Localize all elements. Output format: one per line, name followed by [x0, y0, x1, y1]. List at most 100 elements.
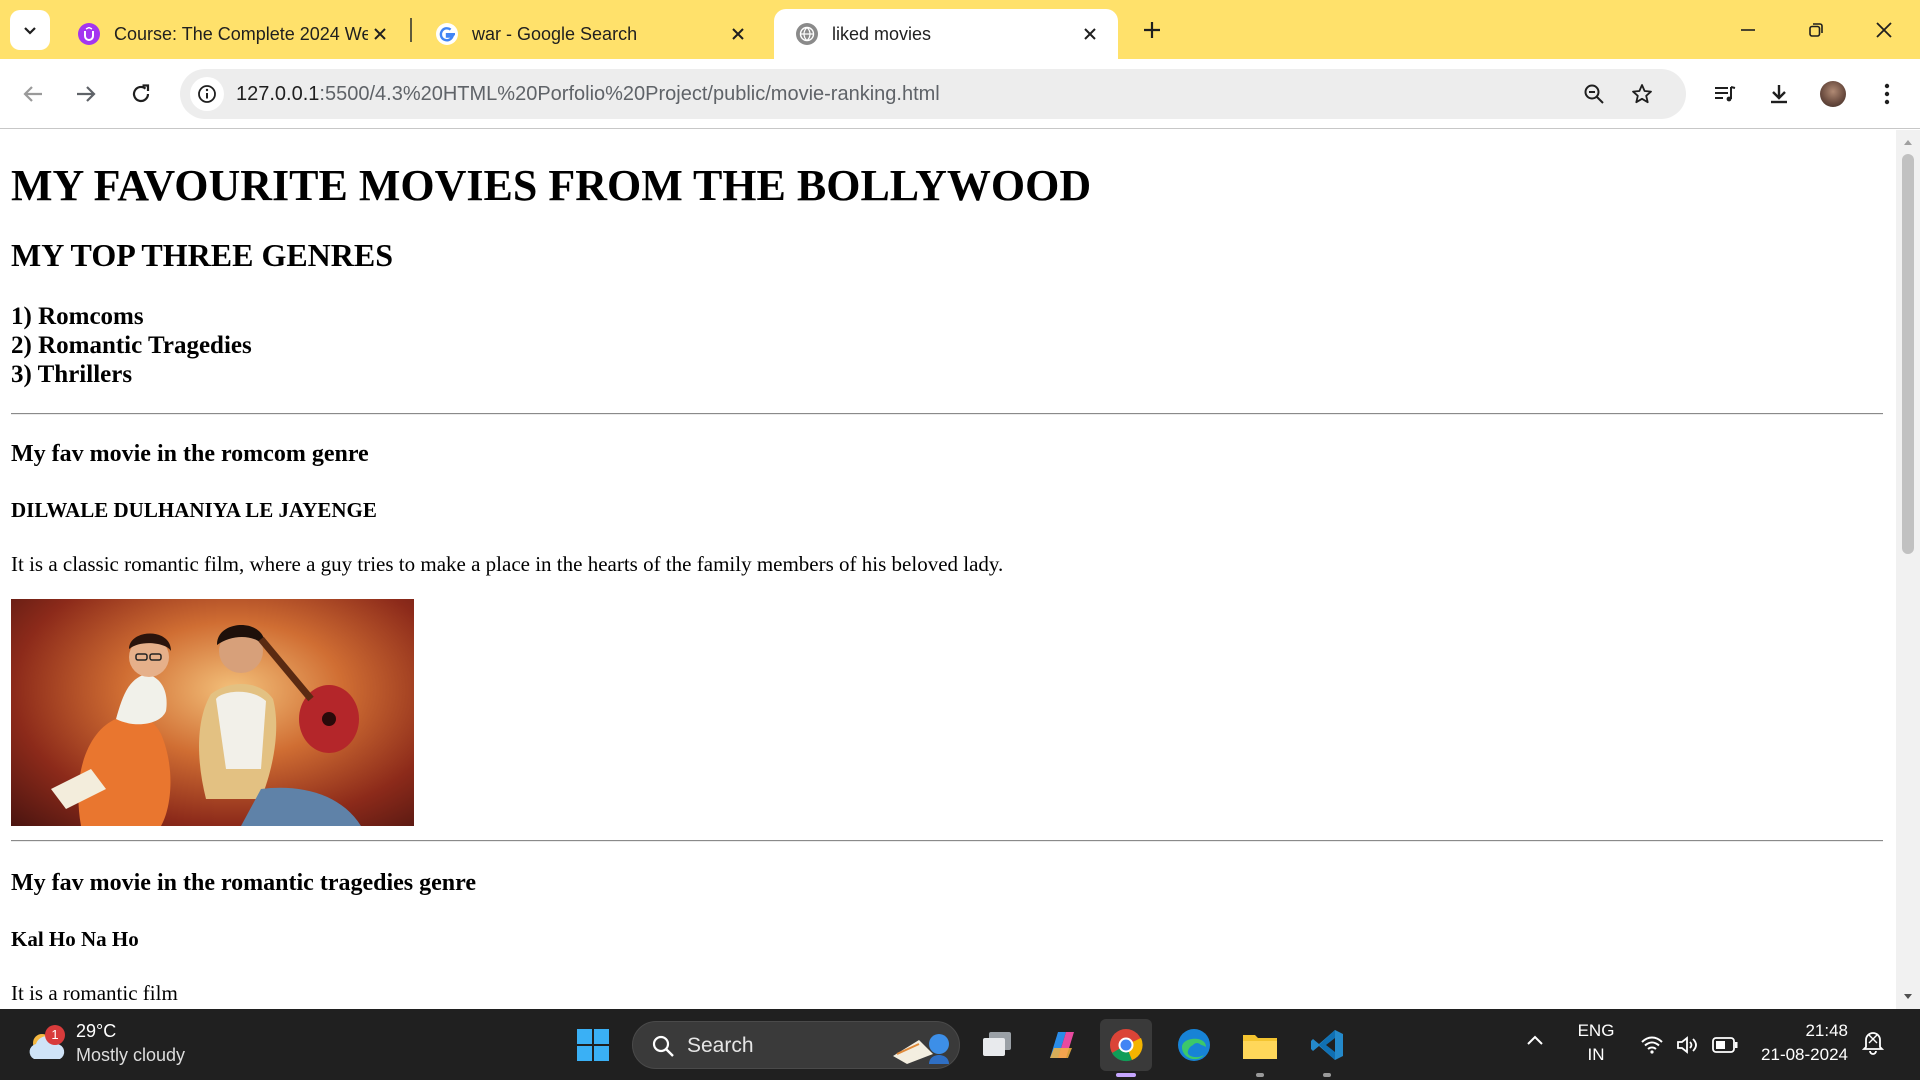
chevron-up-icon — [1527, 1035, 1543, 1045]
clock-date: 21-08-2024 — [1761, 1045, 1848, 1064]
volume-icon — [1677, 1036, 1697, 1054]
language-indicator[interactable]: ENG IN — [1570, 1021, 1622, 1069]
minimize-icon — [1741, 29, 1755, 31]
close-icon — [1876, 22, 1892, 38]
avatar — [1820, 81, 1846, 107]
profile-button[interactable] — [1813, 74, 1853, 114]
edge-icon — [1178, 1029, 1210, 1061]
arrow-left-icon — [23, 86, 42, 102]
running-app-indicator — [1256, 1073, 1264, 1077]
windows-taskbar: 1 29°C Mostly cloudy Search ENG IN 21:48… — [0, 1009, 1920, 1080]
url-text[interactable]: 127.0.0.1:5500/4.3%20HTML%20Porfolio%20P… — [236, 83, 940, 106]
notification-bell-icon — [1861, 1032, 1885, 1055]
genre-item: 2) Romantic Tragedies — [11, 332, 252, 359]
edge-taskbar-button[interactable] — [1168, 1019, 1220, 1071]
downloads-button[interactable] — [1759, 74, 1799, 114]
section-heading: My fav movie in the romantic tragedies g… — [11, 870, 477, 896]
language-code: ENG — [1577, 1021, 1615, 1040]
genres-heading: MY TOP THREE GENRES — [11, 237, 394, 273]
tab-title: liked movies — [832, 23, 932, 44]
genre-item: 3) Thrillers — [11, 361, 133, 388]
vscode-taskbar-button[interactable] — [1301, 1019, 1353, 1077]
info-icon — [198, 85, 216, 103]
notification-badge: 1 — [45, 1025, 65, 1045]
scrollbar-thumb[interactable] — [1902, 154, 1914, 554]
vertical-scrollbar[interactable] — [1896, 130, 1920, 1009]
download-icon — [1771, 85, 1787, 104]
divider — [11, 413, 1883, 415]
scroll-up-icon[interactable] — [1903, 138, 1913, 146]
start-button[interactable] — [567, 1019, 619, 1071]
close-window-button[interactable] — [1864, 10, 1904, 50]
tab-title: Course: The Complete 2024 We — [114, 23, 368, 44]
close-icon[interactable] — [1078, 22, 1102, 46]
page-viewport: MY FAVOURITE MOVIES FROM THE BOLLYWOOD M… — [0, 130, 1896, 1009]
chrome-icon — [1110, 1029, 1143, 1062]
menu-button[interactable] — [1867, 74, 1907, 114]
chrome-taskbar-button[interactable] — [1100, 1019, 1152, 1077]
weather-widget[interactable]: 1 29°C Mostly cloudy — [20, 1015, 210, 1075]
tab-strip: Course: The Complete 2024 We war - Googl… — [0, 0, 1920, 59]
search-label: Search — [687, 1034, 754, 1057]
zoom-button[interactable] — [1578, 78, 1610, 110]
task-view-button[interactable] — [971, 1019, 1023, 1071]
new-tab-button[interactable] — [1136, 14, 1168, 46]
temperature: 29°C — [76, 1021, 117, 1041]
battery-icon — [1712, 1037, 1738, 1053]
movie-title: DILWALE DULHANIYA LE JAYENGE — [11, 498, 377, 522]
minimize-button[interactable] — [1728, 10, 1768, 50]
tab-title: war - Google Search — [472, 23, 638, 44]
divider — [11, 840, 1883, 842]
active-app-indicator — [1116, 1073, 1136, 1077]
search-icon — [652, 1035, 674, 1057]
file-explorer-button[interactable] — [1234, 1019, 1286, 1077]
taskbar-search[interactable]: Search — [632, 1021, 960, 1069]
movie-title: Kal Ho Na Ho — [11, 927, 139, 951]
show-hidden-icons-button[interactable] — [1526, 1033, 1552, 1059]
search-highlight-icon — [893, 1034, 949, 1064]
star-icon — [1632, 84, 1652, 104]
tab-udemy[interactable]: Course: The Complete 2024 We — [56, 9, 408, 59]
copilot-icon — [1050, 1032, 1074, 1058]
movie-description: It is a romantic film — [11, 981, 178, 1005]
region-code: IN — [1587, 1045, 1605, 1064]
weather-description: Mostly cloudy — [76, 1045, 186, 1065]
movie-poster-image — [11, 599, 414, 826]
scroll-down-icon[interactable] — [1903, 993, 1913, 1001]
notifications-button[interactable] — [1861, 1029, 1892, 1061]
vscode-icon — [1311, 1030, 1343, 1060]
reload-button[interactable] — [121, 74, 161, 114]
movie-description: It is a classic romantic film, where a g… — [11, 552, 1004, 576]
tab-separator — [410, 18, 412, 42]
url-host: 127.0.0.1 — [236, 83, 320, 105]
url-path: :5500/4.3%20HTML%20Porfolio%20Project/pu… — [319, 83, 940, 105]
address-bar[interactable]: 127.0.0.1:5500/4.3%20HTML%20Porfolio%20P… — [180, 69, 1686, 119]
reload-icon — [132, 84, 150, 103]
running-app-indicator — [1323, 1073, 1331, 1077]
close-icon[interactable] — [368, 22, 392, 46]
chevron-down-icon — [24, 27, 36, 35]
section-heading: My fav movie in the romcom genre — [11, 441, 369, 467]
restore-icon — [1809, 23, 1823, 37]
arrow-right-icon — [77, 86, 96, 102]
bookmark-button[interactable] — [1626, 78, 1658, 110]
close-icon[interactable] — [726, 22, 750, 46]
tab-google-search[interactable]: war - Google Search — [414, 9, 766, 59]
back-button[interactable] — [13, 74, 53, 114]
clock[interactable]: 21:48 21-08-2024 — [1752, 1021, 1848, 1069]
site-info-button[interactable] — [190, 77, 224, 111]
plus-icon — [1144, 22, 1160, 38]
wifi-icon — [1641, 1036, 1663, 1054]
folder-icon — [1243, 1035, 1277, 1059]
reading-list-button[interactable] — [1705, 74, 1745, 114]
tab-search-button[interactable] — [10, 10, 50, 50]
browser-toolbar: 127.0.0.1:5500/4.3%20HTML%20Porfolio%20P… — [0, 59, 1920, 129]
restore-button[interactable] — [1796, 10, 1836, 50]
zoom-out-icon — [1584, 84, 1604, 104]
more-vert-icon — [1884, 83, 1890, 105]
clock-time: 21:48 — [1805, 1021, 1848, 1040]
quick-settings-button[interactable] — [1636, 1027, 1744, 1063]
tab-liked-movies[interactable]: liked movies — [774, 9, 1118, 59]
copilot-button[interactable] — [1036, 1019, 1088, 1071]
forward-button[interactable] — [66, 74, 106, 114]
